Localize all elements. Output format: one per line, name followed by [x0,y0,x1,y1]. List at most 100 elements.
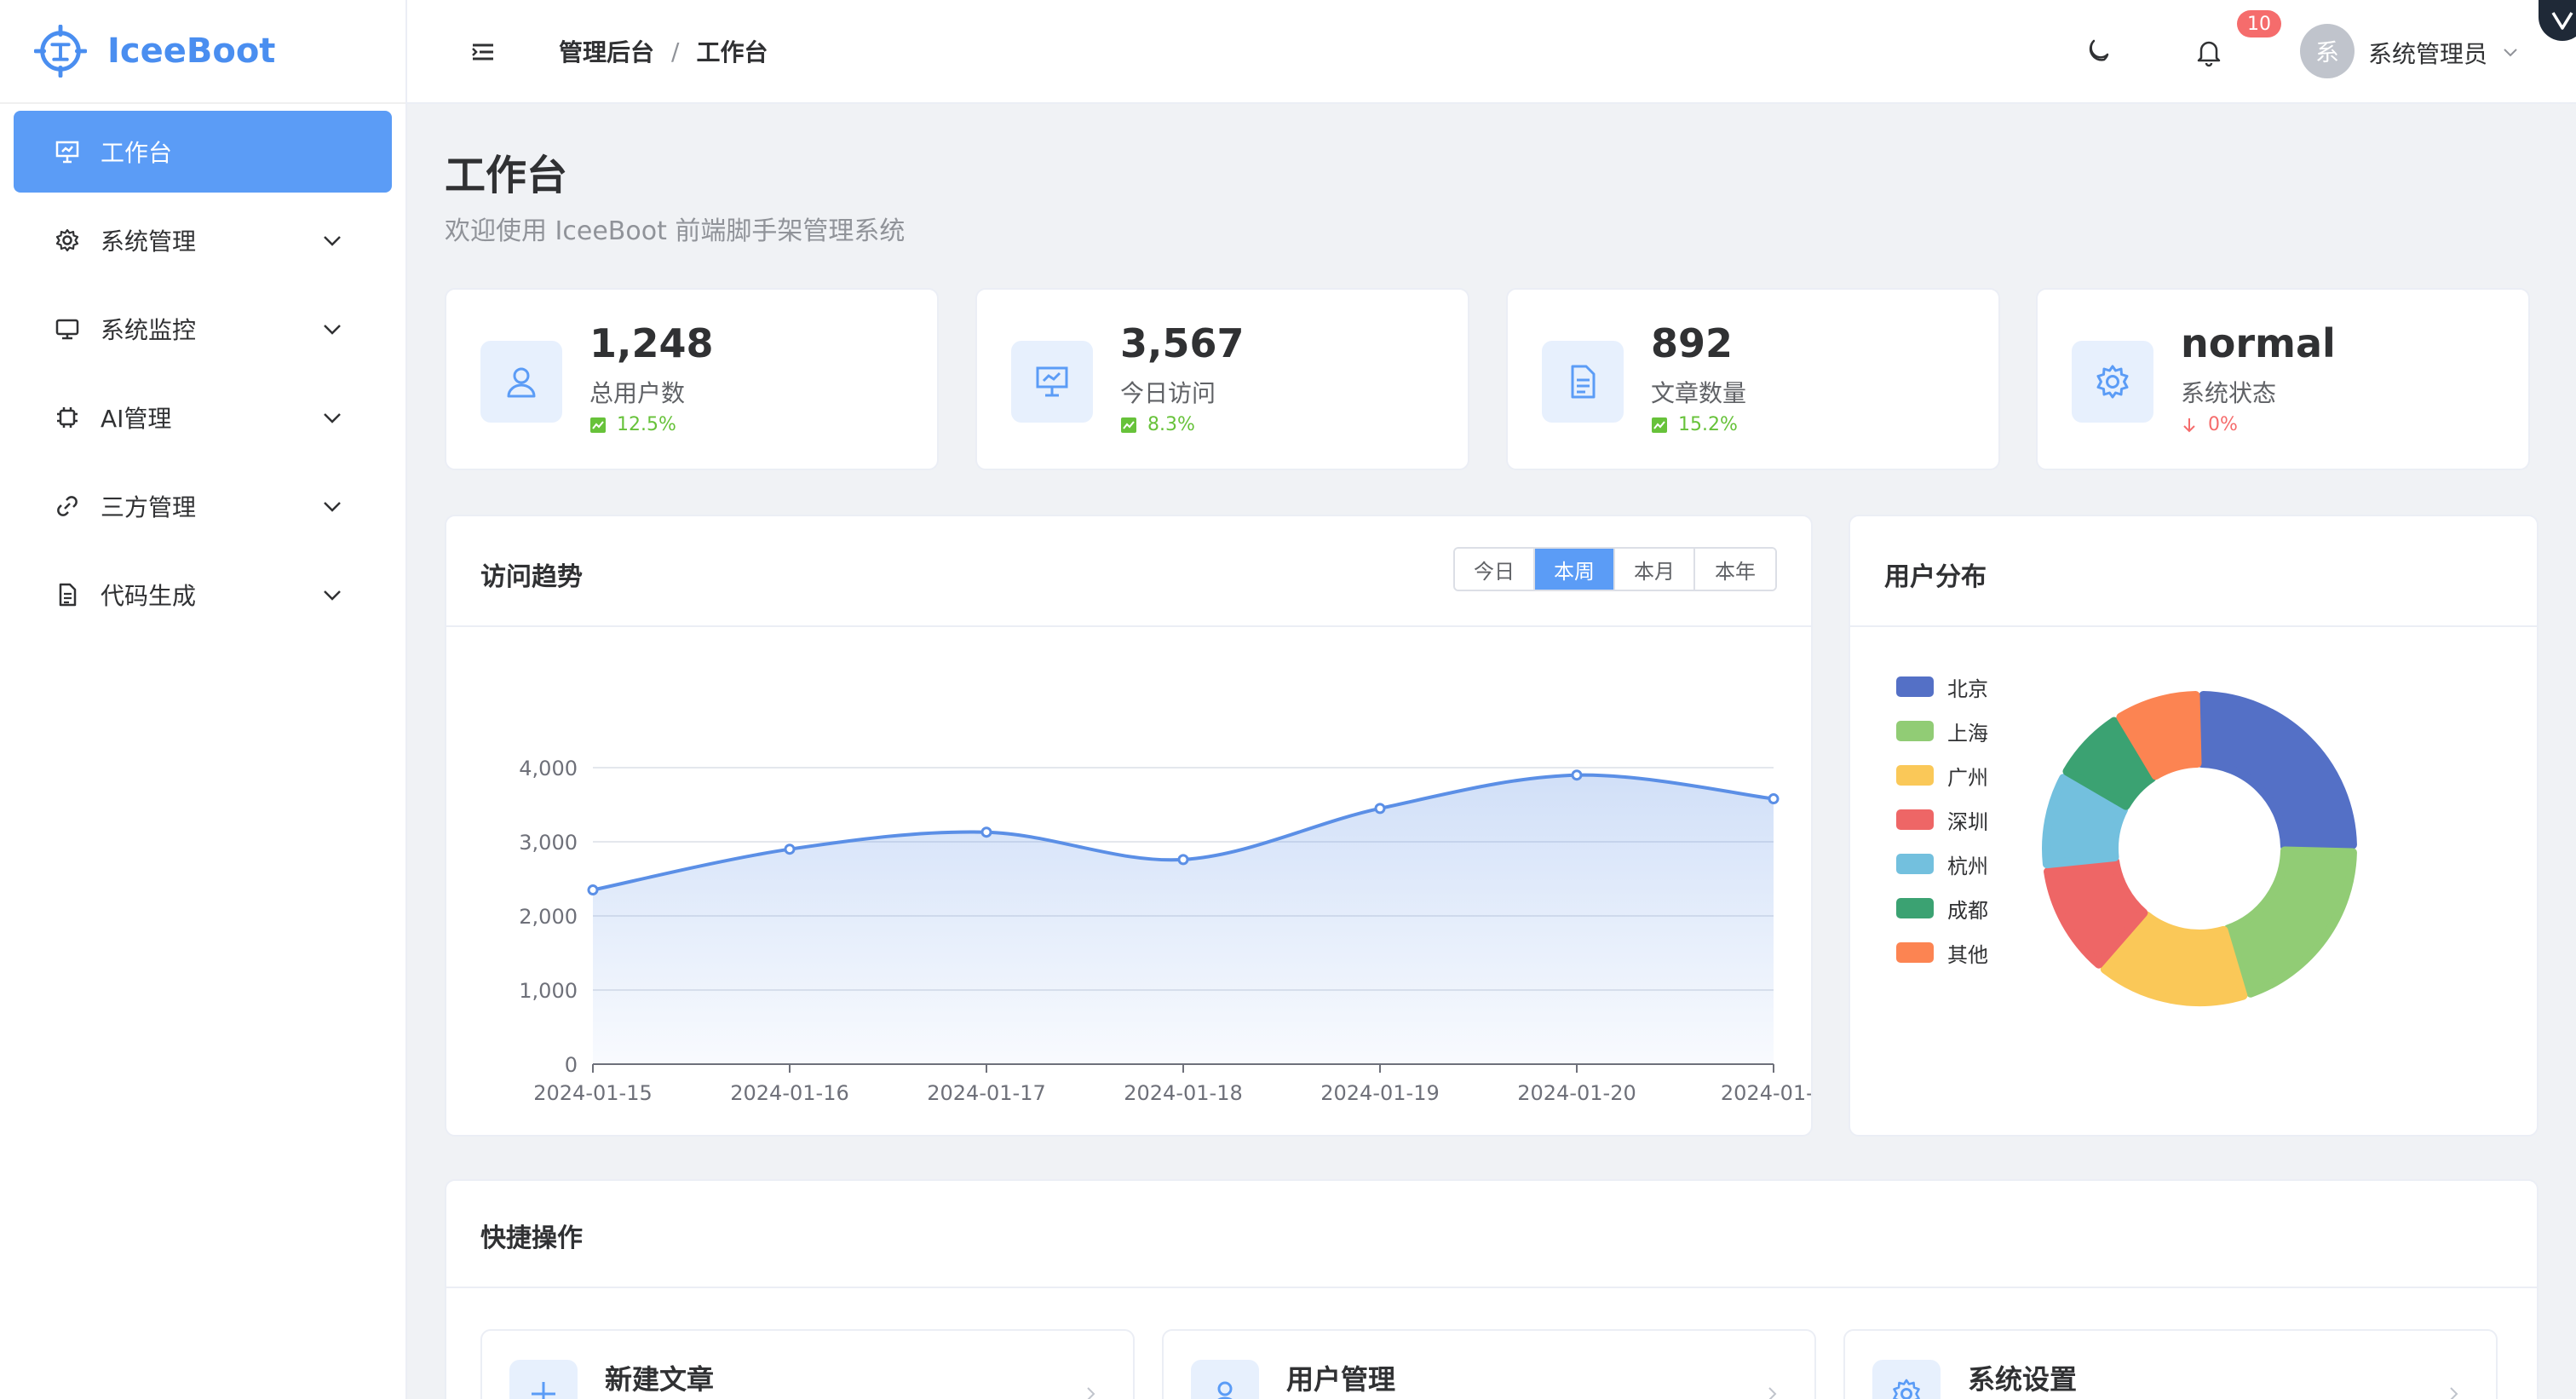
avatar[interactable]: 系 [2300,24,2355,78]
sidebar-item-monitor[interactable]: 系统监控 [14,288,392,370]
sidebar-item-label: 工作台 [101,139,173,167]
data-point [1177,854,1189,866]
vue-devtools-button[interactable] [2539,0,2576,41]
legend-swatch [1896,721,1934,741]
stat-label: 今日访问 [1120,379,1216,407]
legend-item[interactable]: 其他 [1896,930,1988,975]
legend-label: 北京 [1947,676,1988,701]
chevron-right-icon [2450,1387,2458,1399]
chevron-down-icon [324,413,341,423]
sidebar-item-label: 代码生成 [101,582,197,610]
x-tick-label: 2024-01-15 [533,1081,652,1105]
visits-trend-panel: 访问趋势 今日 本周 本月 本年 0 1,000 2,000 3,000 4,000 20… [445,515,1813,1137]
stat-label: 文章数量 [1651,379,1747,407]
monitor-icon [55,316,80,342]
legend-swatch [1896,854,1934,874]
menu-toggle-icon[interactable] [470,39,496,65]
legend-item[interactable]: 上海 [1896,709,1988,753]
breadcrumb-current: 工作台 [696,38,768,66]
legend-item[interactable]: 深圳 [1896,797,1988,842]
user-distribution-panel: 用户分布 北京 上海 广州 深圳 杭州 成都 其他 [1849,515,2539,1137]
y-tick-label: 2,000 [519,905,578,929]
chart-legend: 北京上海广州深圳杭州成都其他 [1896,665,1988,975]
chevron-down-icon[interactable] [2501,43,2520,61]
gear-icon [1872,1360,1941,1399]
legend-label: 杭州 [1947,854,1988,878]
data-point [587,884,599,896]
sidebar-item-label: 三方管理 [101,493,197,521]
panel-header: 访问趋势 今日 本周 本月 本年 [446,516,1811,627]
range-today[interactable]: 今日 [1455,549,1535,590]
legend-swatch [1896,676,1934,697]
stat-card-visits[interactable]: 3,567 今日访问 8.3% [975,288,1469,470]
quick-action-label: 系统设置 [1968,1363,2078,1396]
notification-badge: 10 [2237,10,2281,37]
y-tick-label: 4,000 [519,757,578,780]
data-point [784,843,796,855]
logo[interactable]: IceeBoot [0,0,405,104]
moon-icon[interactable] [2082,36,2114,68]
sidebar-menu: 工作台 系统管理 系统监控 AI管理 三方管理 代码生成 [0,104,405,636]
stat-card-users[interactable]: 1,248 总用户数 12.5% [445,288,939,470]
sidebar-item-codegen[interactable]: 代码生成 [14,554,392,636]
x-tick-label: 2024-01-20 [1517,1081,1636,1105]
trend-up-icon [589,417,607,434]
legend-label: 上海 [1947,721,1988,746]
chevron-right-icon [1768,1387,1777,1399]
legend-item[interactable]: 成都 [1896,886,1988,930]
data-point [1768,793,1780,805]
presentation-icon [1011,341,1093,423]
x-tick-label: 2024-01-2 [1721,1081,1811,1105]
breadcrumb-separator: / [671,37,680,66]
app-name: IceeBoot [107,32,276,71]
x-tick-label: 2024-01-16 [730,1081,848,1105]
stat-trend-value: 8.3% [1147,414,1195,435]
breadcrumb-item[interactable]: 管理后台 [559,34,654,68]
range-year[interactable]: 本年 [1695,549,1775,590]
v-logo-icon [2551,12,2573,30]
legend-swatch [1896,765,1934,786]
sidebar-item-workbench[interactable]: 工作台 [14,111,392,193]
stat-card-system[interactable]: normal 系统状态 0% [2036,288,2530,470]
user-icon [1191,1360,1259,1399]
legend-item[interactable]: 北京 [1896,665,1988,709]
stat-trend: 8.3% [1120,414,1195,435]
arrow-down-icon [2181,417,2198,434]
range-month[interactable]: 本月 [1615,549,1695,590]
quick-action-system-settings[interactable]: 系统设置 [1843,1329,2498,1399]
panel-title: 快捷操作 [480,1223,583,1253]
stat-trend-value: 15.2% [1678,414,1738,435]
quick-action-user-management[interactable]: 用户管理 [1162,1329,1816,1399]
quick-action-new-article[interactable]: 新建文章 [480,1329,1135,1399]
legend-swatch [1896,942,1934,963]
chevron-right-icon [1087,1387,1095,1399]
stat-label: 系统状态 [2181,379,2277,407]
range-week[interactable]: 本周 [1535,549,1615,590]
stat-trend: 12.5% [589,414,676,435]
sidebar-item-ai[interactable]: AI管理 [14,377,392,458]
stat-trend-value: 0% [2208,414,2238,435]
stat-value: normal [2181,320,2336,366]
stat-value: 892 [1651,320,1734,366]
sidebar-item-thirdparty[interactable]: 三方管理 [14,465,392,547]
username[interactable]: 系统管理员 [2368,36,2487,70]
legend-label: 广州 [1947,765,1988,790]
link-icon [55,493,80,519]
legend-label: 成都 [1947,898,1988,923]
legend-item[interactable]: 杭州 [1896,842,1988,886]
breadcrumb: 管理后台 / 工作台 [559,34,768,68]
bell-icon[interactable] [2193,36,2225,68]
stat-card-articles[interactable]: 892 文章数量 15.2% [1506,288,2000,470]
page-title: 工作台 [445,152,568,199]
legend-item[interactable]: 广州 [1896,753,1988,797]
donut-slice [2197,691,2357,851]
quick-action-label: 用户管理 [1286,1363,1396,1396]
header: 管理后台 / 工作台 10 系 系统管理员 [407,0,2576,104]
sidebar-item-system[interactable]: 系统管理 [14,199,392,281]
sidebar: IceeBoot 工作台 系统管理 系统监控 AI管理 三方管理 代码生成 [0,0,407,1399]
chevron-down-icon [324,236,341,246]
donut-slice [2223,846,2357,998]
x-tick-label: 2024-01-17 [927,1081,1045,1105]
quick-actions-panel: 快捷操作 新建文章 用户管理 系统设置 [445,1179,2539,1399]
trend-up-icon [1651,417,1668,434]
